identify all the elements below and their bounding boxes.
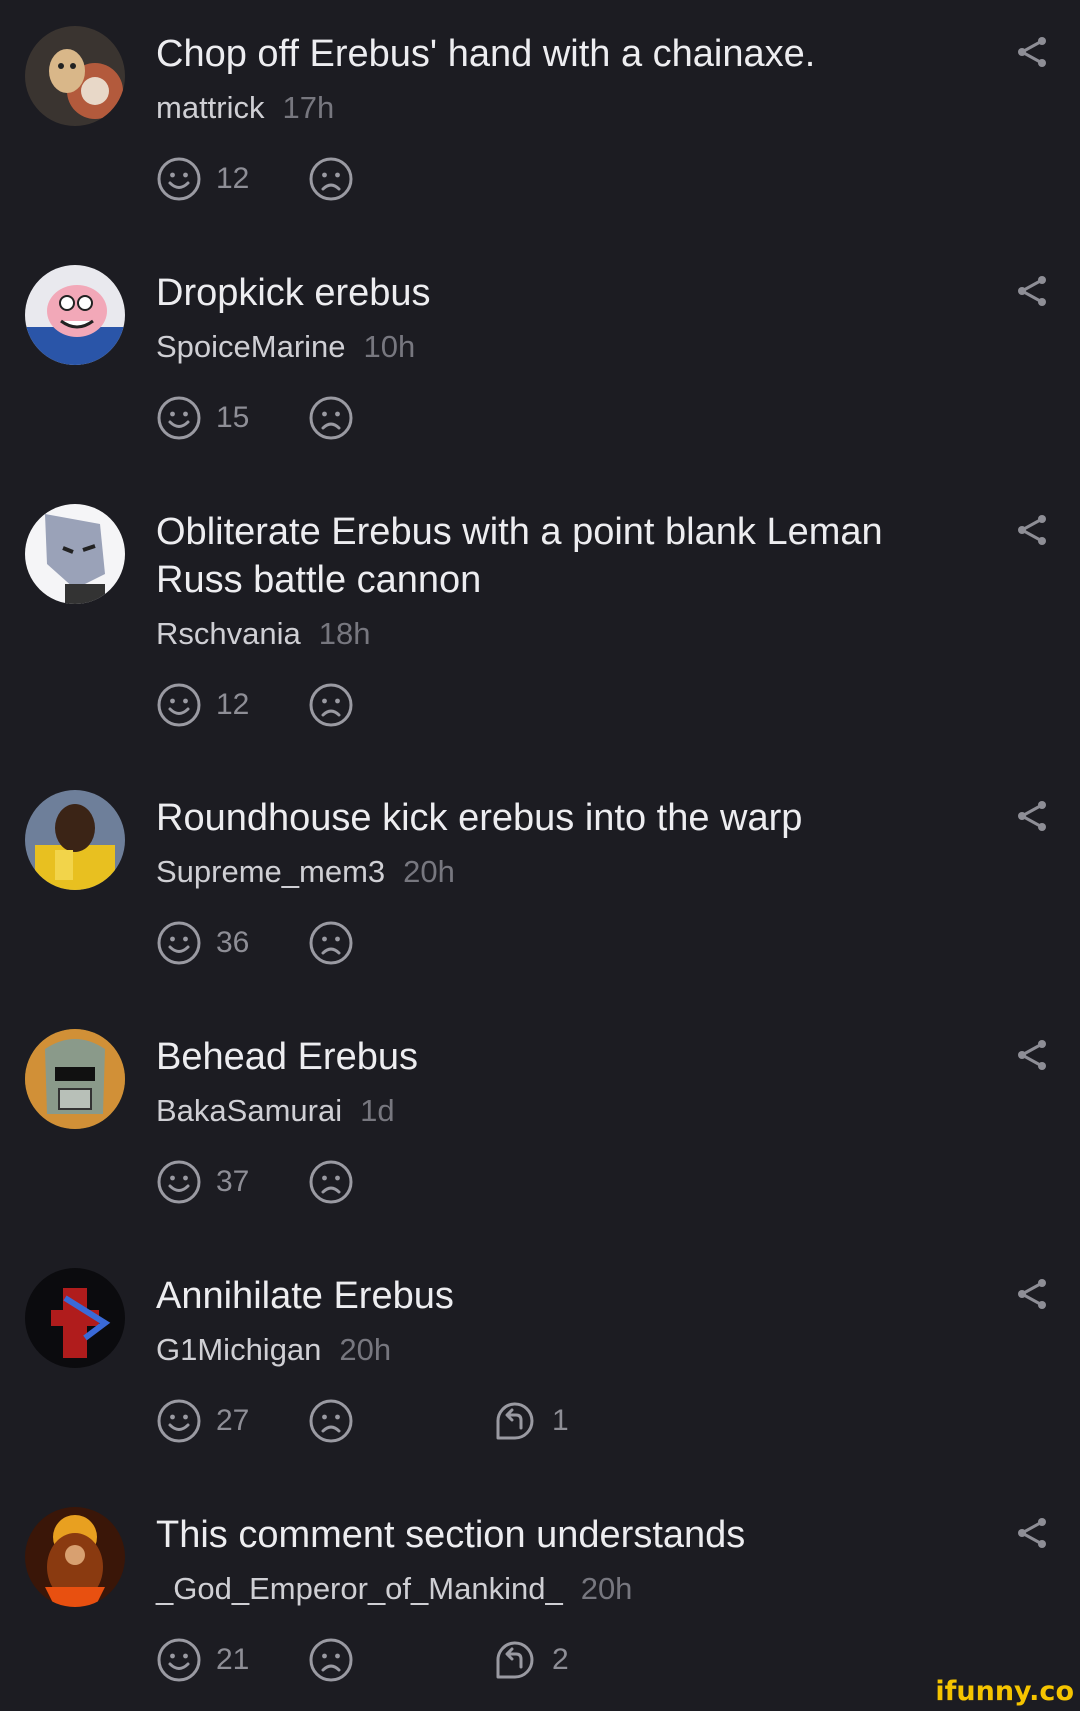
dislike-button[interactable] (308, 918, 354, 968)
dislike-button[interactable] (308, 1635, 354, 1685)
comment-actions: 27 1 (156, 1396, 976, 1446)
dislike-button[interactable] (308, 1396, 354, 1446)
comment-text: Annihilate Erebus (156, 1275, 454, 1317)
comment-time: 1d (360, 1093, 395, 1128)
share-icon (1012, 796, 1052, 836)
like-button[interactable]: 15 (156, 393, 249, 443)
share-button[interactable] (1012, 1035, 1052, 1075)
dislike-button[interactable] (308, 393, 354, 443)
comment-author[interactable]: _God_Emperor_of_Mankind_ (156, 1571, 563, 1606)
comment-time: 17h (282, 90, 335, 125)
share-button[interactable] (1012, 1513, 1052, 1553)
comment-time: 20h (403, 854, 455, 889)
like-button[interactable]: 12 (156, 154, 249, 204)
like-count: 15 (216, 401, 250, 434)
smile-icon (156, 1159, 202, 1205)
ifunny-watermark: ifunny.co (935, 1676, 1074, 1707)
comment-author[interactable]: mattrick (156, 90, 265, 125)
reply-count: 1 (552, 1404, 569, 1437)
share-button[interactable] (1012, 32, 1052, 72)
frown-icon (308, 1637, 354, 1683)
like-count: 12 (216, 688, 250, 721)
share-icon (1012, 1274, 1052, 1314)
comment-text: Chop off Erebus' hand with a chainaxe. (156, 33, 816, 75)
like-button[interactable]: 27 (156, 1396, 249, 1446)
comment-text: Dropkick erebus (156, 272, 431, 314)
comment-author[interactable]: SpoiceMarine (156, 329, 346, 364)
frown-icon (308, 1398, 354, 1444)
share-button[interactable] (1012, 271, 1052, 311)
comment-time: 18h (318, 616, 371, 651)
like-count: 37 (216, 1165, 250, 1198)
comment-actions: 12 (156, 154, 976, 204)
comment-actions: 15 (156, 393, 976, 443)
smile-icon (156, 920, 202, 966)
like-button[interactable]: 36 (156, 918, 249, 968)
avatar[interactable] (25, 790, 125, 890)
like-button[interactable]: 21 (156, 1635, 249, 1685)
avatar[interactable] (25, 1029, 125, 1129)
comment-time: 10h (363, 329, 416, 364)
comment-text: Obliterate Erebus with a point blank Lem… (156, 511, 883, 601)
comment-actions: 36 (156, 918, 976, 968)
like-count: 12 (216, 162, 250, 195)
comment-author[interactable]: BakaSamurai (156, 1093, 342, 1128)
share-icon (1012, 1035, 1052, 1075)
comment-text: Roundhouse kick erebus into the warp (156, 797, 803, 839)
comment-author[interactable]: G1Michigan (156, 1332, 321, 1367)
dislike-button[interactable] (308, 1157, 354, 1207)
avatar[interactable] (25, 1268, 125, 1368)
dislike-button[interactable] (308, 154, 354, 204)
reply-count: 2 (552, 1643, 569, 1676)
frown-icon (308, 682, 354, 728)
smile-icon (156, 682, 202, 728)
replies-button[interactable]: 2 (492, 1635, 569, 1685)
comment-text: Behead Erebus (156, 1036, 418, 1078)
smile-icon (156, 1637, 202, 1683)
avatar[interactable] (25, 26, 125, 126)
frown-icon (308, 156, 354, 202)
like-count: 36 (216, 926, 250, 959)
reply-icon (492, 1398, 538, 1444)
like-count: 21 (216, 1643, 250, 1676)
smile-icon (156, 1398, 202, 1444)
comment-actions: 37 (156, 1157, 976, 1207)
comment-author[interactable]: Rschvania (156, 616, 301, 651)
replies-button[interactable]: 1 (492, 1396, 569, 1446)
share-icon (1012, 32, 1052, 72)
like-count: 27 (216, 1404, 250, 1437)
avatar[interactable] (25, 265, 125, 365)
share-button[interactable] (1012, 1274, 1052, 1314)
like-button[interactable]: 37 (156, 1157, 249, 1207)
avatar[interactable] (25, 1507, 125, 1607)
share-icon (1012, 1513, 1052, 1553)
share-button[interactable] (1012, 796, 1052, 836)
comment-time: 20h (339, 1332, 392, 1367)
frown-icon (308, 920, 354, 966)
frown-icon (308, 1159, 354, 1205)
share-button[interactable] (1012, 510, 1052, 550)
comment-time: 20h (580, 1571, 633, 1606)
dislike-button[interactable] (308, 680, 354, 730)
comment-actions: 21 2 (156, 1635, 976, 1685)
smile-icon (156, 395, 202, 441)
like-button[interactable]: 12 (156, 680, 249, 730)
share-icon (1012, 271, 1052, 311)
comment-actions: 12 (156, 680, 976, 730)
frown-icon (308, 395, 354, 441)
reply-icon (492, 1637, 538, 1683)
comment-author[interactable]: Supreme_mem3 (156, 854, 385, 889)
comment-text: This comment section understands (156, 1514, 746, 1556)
smile-icon (156, 156, 202, 202)
share-icon (1012, 510, 1052, 550)
avatar[interactable] (25, 504, 125, 604)
